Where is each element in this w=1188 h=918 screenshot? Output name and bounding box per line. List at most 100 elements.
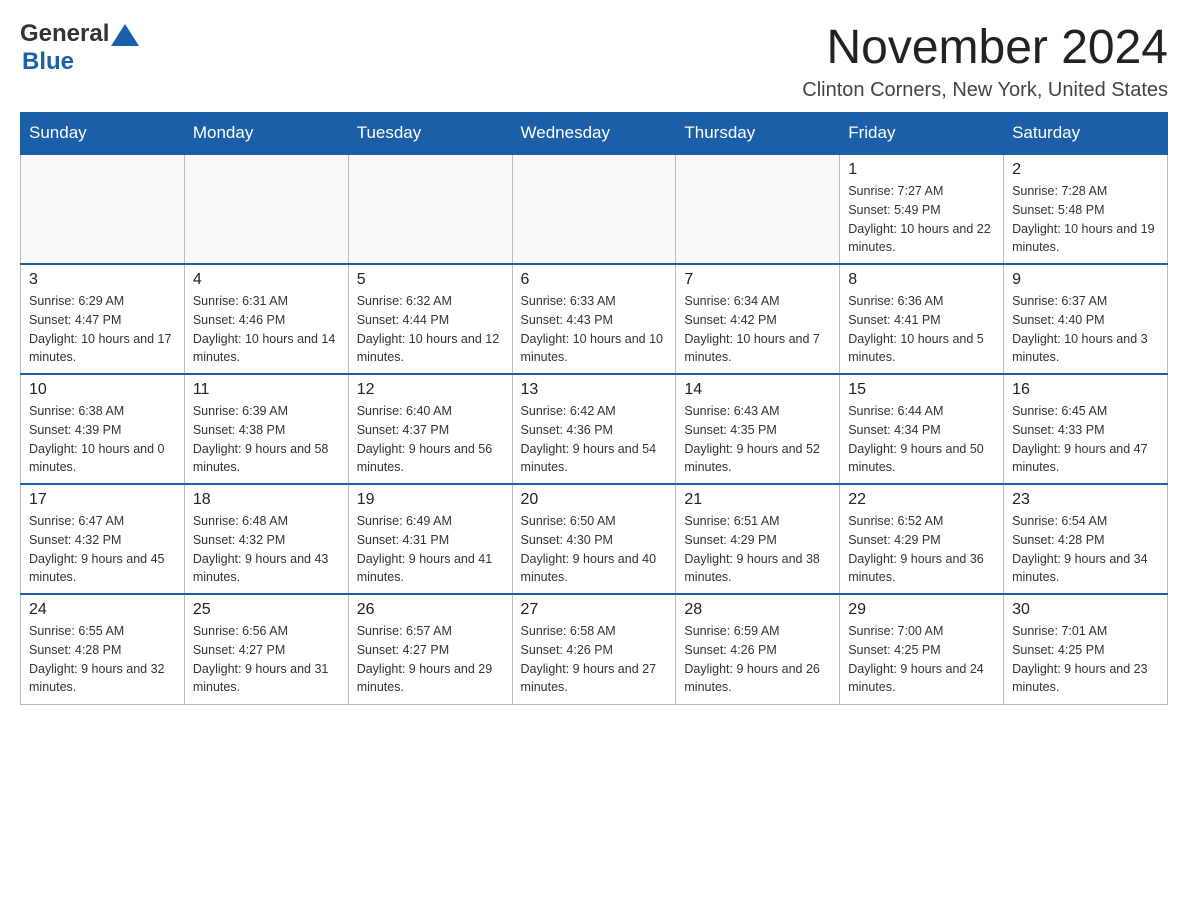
- day-number: 2: [1012, 161, 1159, 179]
- calendar-cell-w4-d7: 23 Sunrise: 6:54 AMSunset: 4:28 PMDayligh…: [1004, 484, 1168, 594]
- calendar-cell-w2-d6: 8 Sunrise: 6:36 AMSunset: 4:41 PMDaylight…: [840, 264, 1004, 374]
- calendar-header: Sunday Monday Tuesday Wednesday Thursday…: [21, 113, 1168, 155]
- logo: General Blue: [20, 20, 139, 76]
- calendar-cell-w5-d3: 26Sunrise: 6:57 AMSunset: 4:27 PMDayligh…: [348, 594, 512, 704]
- day-info: Sunrise: 6:59 AMSunset: 4:26 PMDaylight:…: [684, 622, 831, 697]
- day-info: Sunrise: 6:49 AMSunset: 4:31 PMDaylight:…: [357, 512, 504, 587]
- location-subtitle: Clinton Corners, New York, United States: [802, 79, 1168, 102]
- col-saturday: Saturday: [1004, 113, 1168, 155]
- day-number: 4: [193, 271, 340, 289]
- day-info: Sunrise: 6:34 AMSunset: 4:42 PMDaylight:…: [684, 292, 831, 367]
- day-info: Sunrise: 6:47 AMSunset: 4:32 PMDaylight:…: [29, 512, 176, 587]
- calendar-cell-w2-d1: 3Sunrise: 6:29 AMSunset: 4:47 PMDaylight…: [21, 264, 185, 374]
- calendar-week-4: 17 Sunrise: 6:47 AMSunset: 4:32 PMDayligh…: [21, 484, 1168, 594]
- calendar-cell-w3-d4: 13 Sunrise: 6:42 AMSunset: 4:36 PMDayligh…: [512, 374, 676, 484]
- logo-general-text: General: [20, 20, 109, 48]
- calendar-cell-w2-d5: 7 Sunrise: 6:34 AMSunset: 4:42 PMDaylight…: [676, 264, 840, 374]
- calendar-cell-w1-d6: 1 Sunrise: 7:27 AMSunset: 5:49 PMDaylight…: [840, 154, 1004, 264]
- calendar-cell-w1-d4: [512, 154, 676, 264]
- day-number: 19: [357, 491, 504, 509]
- calendar-cell-w4-d5: 21 Sunrise: 6:51 AMSunset: 4:29 PMDayligh…: [676, 484, 840, 594]
- col-friday: Friday: [840, 113, 1004, 155]
- day-info: Sunrise: 6:56 AMSunset: 4:27 PMDaylight:…: [193, 622, 340, 697]
- day-info: Sunrise: 6:42 AMSunset: 4:36 PMDaylight:…: [521, 402, 668, 477]
- calendar-cell-w3-d6: 15 Sunrise: 6:44 AMSunset: 4:34 PMDayligh…: [840, 374, 1004, 484]
- day-info: Sunrise: 6:58 AMSunset: 4:26 PMDaylight:…: [521, 622, 668, 697]
- calendar-week-3: 10 Sunrise: 6:38 AMSunset: 4:39 PMDayligh…: [21, 374, 1168, 484]
- calendar-table: Sunday Monday Tuesday Wednesday Thursday…: [20, 112, 1168, 705]
- calendar-cell-w3-d1: 10 Sunrise: 6:38 AMSunset: 4:39 PMDayligh…: [21, 374, 185, 484]
- calendar-cell-w2-d4: 6 Sunrise: 6:33 AMSunset: 4:43 PMDaylight…: [512, 264, 676, 374]
- calendar-cell-w4-d3: 19 Sunrise: 6:49 AMSunset: 4:31 PMDayligh…: [348, 484, 512, 594]
- calendar-cell-w1-d7: 2 Sunrise: 7:28 AMSunset: 5:48 PMDaylight…: [1004, 154, 1168, 264]
- day-info: Sunrise: 6:33 AMSunset: 4:43 PMDaylight:…: [521, 292, 668, 367]
- day-number: 27: [521, 601, 668, 619]
- day-number: 20: [521, 491, 668, 509]
- day-number: 24: [29, 601, 176, 619]
- day-number: 9: [1012, 271, 1159, 289]
- day-number: 23: [1012, 491, 1159, 509]
- day-number: 16: [1012, 381, 1159, 399]
- col-sunday: Sunday: [21, 113, 185, 155]
- calendar-cell-w1-d2: [184, 154, 348, 264]
- col-thursday: Thursday: [676, 113, 840, 155]
- day-number: 17: [29, 491, 176, 509]
- day-number: 21: [684, 491, 831, 509]
- calendar-week-1: 1 Sunrise: 7:27 AMSunset: 5:49 PMDaylight…: [21, 154, 1168, 264]
- day-number: 12: [357, 381, 504, 399]
- day-number: 30: [1012, 601, 1159, 619]
- day-number: 1: [848, 161, 995, 179]
- day-number: 13: [521, 381, 668, 399]
- day-info: Sunrise: 6:45 AMSunset: 4:33 PMDaylight:…: [1012, 402, 1159, 477]
- day-number: 29: [848, 601, 995, 619]
- day-info: Sunrise: 7:00 AMSunset: 4:25 PMDaylight:…: [848, 622, 995, 697]
- calendar-cell-w4-d4: 20Sunrise: 6:50 AMSunset: 4:30 PMDayligh…: [512, 484, 676, 594]
- calendar-cell-w2-d7: 9Sunrise: 6:37 AMSunset: 4:40 PMDaylight…: [1004, 264, 1168, 374]
- day-number: 8: [848, 271, 995, 289]
- day-info: Sunrise: 6:32 AMSunset: 4:44 PMDaylight:…: [357, 292, 504, 367]
- day-info: Sunrise: 6:43 AMSunset: 4:35 PMDaylight:…: [684, 402, 831, 477]
- calendar-cell-w4-d1: 17 Sunrise: 6:47 AMSunset: 4:32 PMDayligh…: [21, 484, 185, 594]
- day-number: 5: [357, 271, 504, 289]
- day-info: Sunrise: 6:39 AMSunset: 4:38 PMDaylight:…: [193, 402, 340, 477]
- day-info: Sunrise: 6:40 AMSunset: 4:37 PMDaylight:…: [357, 402, 504, 477]
- day-info: Sunrise: 6:38 AMSunset: 4:39 PMDaylight:…: [29, 402, 176, 477]
- day-number: 3: [29, 271, 176, 289]
- day-info: Sunrise: 6:36 AMSunset: 4:41 PMDaylight:…: [848, 292, 995, 367]
- day-number: 22: [848, 491, 995, 509]
- day-number: 10: [29, 381, 176, 399]
- day-info: Sunrise: 6:51 AMSunset: 4:29 PMDaylight:…: [684, 512, 831, 587]
- day-number: 14: [684, 381, 831, 399]
- day-info: Sunrise: 6:55 AMSunset: 4:28 PMDaylight:…: [29, 622, 176, 697]
- calendar-cell-w1-d1: [21, 154, 185, 264]
- calendar-cell-w2-d3: 5 Sunrise: 6:32 AMSunset: 4:44 PMDaylight…: [348, 264, 512, 374]
- day-number: 18: [193, 491, 340, 509]
- logo-triangle-icon: [111, 24, 139, 46]
- col-tuesday: Tuesday: [348, 113, 512, 155]
- calendar-cell-w3-d3: 12 Sunrise: 6:40 AMSunset: 4:37 PMDayligh…: [348, 374, 512, 484]
- day-info: Sunrise: 7:27 AMSunset: 5:49 PMDaylight:…: [848, 182, 995, 257]
- calendar-cell-w5-d5: 28 Sunrise: 6:59 AMSunset: 4:26 PMDayligh…: [676, 594, 840, 704]
- calendar-cell-w1-d3: [348, 154, 512, 264]
- month-title: November 2024: [802, 20, 1168, 75]
- calendar-cell-w5-d7: 30Sunrise: 7:01 AMSunset: 4:25 PMDayligh…: [1004, 594, 1168, 704]
- day-number: 25: [193, 601, 340, 619]
- day-number: 15: [848, 381, 995, 399]
- day-number: 7: [684, 271, 831, 289]
- day-number: 6: [521, 271, 668, 289]
- calendar-cell-w5-d1: 24 Sunrise: 6:55 AMSunset: 4:28 PMDayligh…: [21, 594, 185, 704]
- day-number: 11: [193, 381, 340, 399]
- calendar-cell-w4-d6: 22 Sunrise: 6:52 AMSunset: 4:29 PMDayligh…: [840, 484, 1004, 594]
- day-info: Sunrise: 6:52 AMSunset: 4:29 PMDaylight:…: [848, 512, 995, 587]
- day-info: Sunrise: 6:31 AMSunset: 4:46 PMDaylight:…: [193, 292, 340, 367]
- day-info: Sunrise: 6:44 AMSunset: 4:34 PMDaylight:…: [848, 402, 995, 477]
- day-info: Sunrise: 7:28 AMSunset: 5:48 PMDaylight:…: [1012, 182, 1159, 257]
- calendar-cell-w4-d2: 18Sunrise: 6:48 AMSunset: 4:32 PMDayligh…: [184, 484, 348, 594]
- title-section: November 2024 Clinton Corners, New York,…: [802, 20, 1168, 102]
- day-info: Sunrise: 6:54 AMSunset: 4:28 PMDaylight:…: [1012, 512, 1159, 587]
- day-number: 28: [684, 601, 831, 619]
- calendar-cell-w3-d5: 14 Sunrise: 6:43 AMSunset: 4:35 PMDayligh…: [676, 374, 840, 484]
- calendar-cell-w5-d4: 27 Sunrise: 6:58 AMSunset: 4:26 PMDayligh…: [512, 594, 676, 704]
- logo-blue-text: Blue: [22, 48, 74, 75]
- page-header: General Blue November 2024 Clinton Corne…: [20, 20, 1168, 102]
